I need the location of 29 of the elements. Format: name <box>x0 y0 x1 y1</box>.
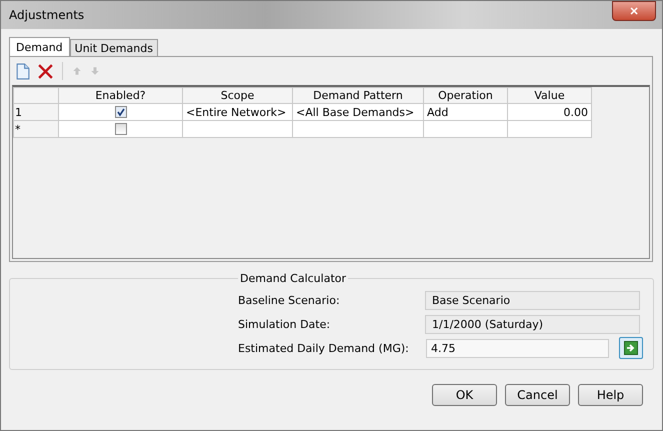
column-header[interactable]: Enabled? <box>58 88 182 104</box>
dialog-button[interactable]: Help <box>578 384 643 406</box>
readonly-field: Base Scenario <box>425 290 640 310</box>
calculate-button[interactable] <box>619 337 643 359</box>
new-document-icon[interactable] <box>14 62 31 80</box>
checkbox[interactable] <box>114 123 126 136</box>
table-cell: <All Base Demands> <box>296 106 414 118</box>
tab[interactable]: Demand <box>9 37 70 56</box>
field-label: Simulation Date: <box>238 318 332 330</box>
row-header: * <box>15 122 20 136</box>
field-label: Estimated Daily Demand (MG): <box>238 342 410 354</box>
delete-icon[interactable] <box>37 62 54 80</box>
window-title: Adjustments <box>9 8 84 22</box>
column-header[interactable]: Scope <box>182 88 292 104</box>
input-field[interactable]: 4.75 <box>426 338 609 358</box>
table-cell: 0.00 <box>564 106 588 118</box>
table-cell: <Entire Network> <box>186 106 286 118</box>
group-title: Demand Calculator <box>239 272 348 285</box>
tab[interactable]: Unit Demands <box>70 39 158 56</box>
column-header[interactable]: Operation <box>424 88 508 104</box>
dialog-button[interactable]: OK <box>432 384 497 406</box>
readonly-field: 1/1/2000 (Saturday) <box>425 314 640 334</box>
column-header[interactable]: Demand Pattern <box>292 88 424 104</box>
table-cell: Add <box>427 106 448 118</box>
dialog-button[interactable]: Cancel <box>505 384 570 406</box>
checkbox[interactable] <box>114 106 126 118</box>
column-header[interactable]: Value <box>508 88 592 104</box>
row-header: 1 <box>15 106 22 118</box>
field-label: Baseline Scenario: <box>238 294 341 306</box>
